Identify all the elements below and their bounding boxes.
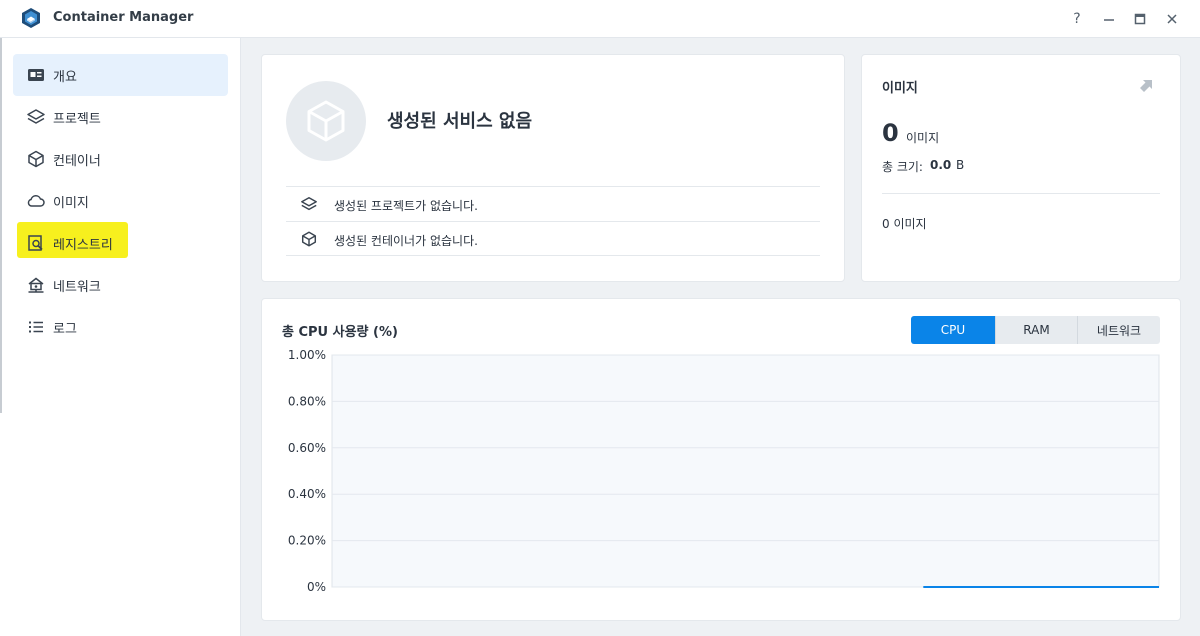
layers-icon [27,109,45,124]
services-row-text: 생성된 프로젝트가 없습니다. [334,199,478,213]
plot-area [331,354,1160,588]
y-tick-label: 0% [307,580,326,594]
sidebar-item-logs[interactable]: 로그 [13,306,228,348]
main-content: 생성된 서비스 없음 생성된 프로젝트가 없습니다. 생성된 컨테이너가 없습니… [241,38,1200,636]
sidebar-item-label: 이미지 [53,195,89,211]
divider [882,193,1160,194]
open-external-arrow-icon[interactable] [1139,77,1155,93]
window-edge [0,38,2,413]
y-tick-label: 0.20% [288,534,326,548]
cube-icon [28,150,44,168]
sidebar-item-registry[interactable]: 레지스트리 [13,222,228,264]
y-tick-label: 1.00% [288,348,326,362]
list-icon [29,321,43,333]
overview-icon [28,69,44,81]
images-size-value: 0.0 [930,158,952,172]
sidebar-item-projects[interactable]: 프로젝트 [13,96,228,138]
app-title: Container Manager [53,10,194,25]
images-card: 이미지 0 이미지 총 크기: 0.0 B 0 이미지 [861,54,1181,282]
images-size-unit: B [956,158,965,172]
registry-search-icon [28,235,43,251]
sidebar-item-label: 로그 [53,321,77,337]
sidebar-item-network[interactable]: 네트워크 [13,264,228,306]
cube-icon [301,231,317,247]
y-tick-label: 0.60% [288,441,326,455]
sidebar-item-overview[interactable]: 개요 [13,54,228,96]
services-row-text: 생성된 컨테이너가 없습니다. [334,234,478,248]
sidebar-item-label: 레지스트리 [53,237,113,253]
maximize-icon [1134,13,1146,25]
title-bar: Container Manager ? [0,0,1200,38]
services-row-projects: 생성된 프로젝트가 없습니다. [286,186,820,221]
y-tick-label: 0.80% [288,394,326,408]
images-count-label: 이미지 [906,131,940,145]
images-size-label: 총 크기: [882,160,923,174]
sidebar-item-label: 프로젝트 [53,111,101,127]
services-placeholder [286,81,366,161]
container-manager-logo-icon [22,8,40,28]
images-title: 이미지 [882,81,918,96]
cpu-usage-title: 총 CPU 사용량 (%) [282,325,398,340]
close-icon [1167,14,1177,24]
sidebar-item-images[interactable]: 이미지 [13,180,228,222]
minimize-button[interactable] [1099,9,1119,29]
cpu-usage-card: 총 CPU 사용량 (%) CPU RAM 네트워크 0% 0.20% 0.40% 0… [261,298,1181,621]
layers-icon [301,196,317,211]
sidebar-item-label: 컨테이너 [53,153,101,169]
services-title: 생성된 서비스 없음 [387,111,533,132]
network-house-icon [28,277,44,293]
services-card: 생성된 서비스 없음 생성된 프로젝트가 없습니다. 생성된 컨테이너가 없습니… [261,54,845,282]
images-summary: 0 이미지 [882,217,927,231]
sidebar-item-label: 개요 [53,69,77,85]
services-row-containers: 생성된 컨테이너가 없습니다. [286,221,820,256]
help-button[interactable]: ? [1067,9,1087,29]
cube-icon [307,100,345,142]
maximize-button[interactable] [1130,9,1150,29]
cpu-usage-chart: 0% 0.20% 0.40% 0.60% 0.80% 1.00% [288,348,1160,594]
y-tick-label: 0.40% [288,487,326,501]
sidebar-item-containers[interactable]: 컨테이너 [13,138,228,180]
images-count: 0 [882,119,899,147]
sidebar-item-label: 네트워크 [53,279,101,295]
close-button[interactable] [1162,9,1182,29]
minimize-icon [1104,19,1114,21]
cloud-icon [27,195,45,207]
